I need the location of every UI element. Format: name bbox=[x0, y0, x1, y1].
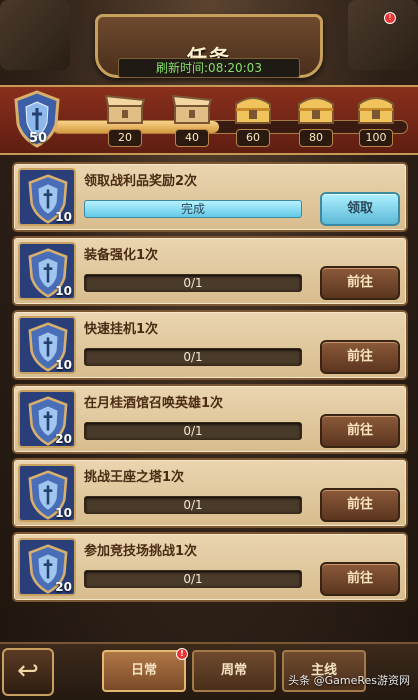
task-progress-bar: 0/1 bbox=[84, 570, 302, 588]
task-progress-bar: 0/1 bbox=[84, 348, 302, 366]
watermark: 头条 @GameRes游资网 bbox=[288, 674, 410, 687]
goto-button[interactable]: 前往 bbox=[320, 562, 400, 596]
goto-button[interactable]: 前往 bbox=[320, 488, 400, 522]
task-progress-bar: 0/1 bbox=[84, 274, 302, 292]
chest-icon-gold[interactable] bbox=[355, 92, 397, 126]
chest-icon-gold[interactable] bbox=[232, 92, 274, 126]
task-title: 装备强化1次 bbox=[84, 248, 159, 263]
chest-icon-gold[interactable] bbox=[295, 92, 337, 126]
tab-weekly[interactable]: 周常 bbox=[192, 650, 276, 692]
task-shield-icon: 20 bbox=[18, 390, 76, 448]
chest-icon-open[interactable] bbox=[104, 92, 146, 126]
claim-button[interactable]: 领取 bbox=[320, 192, 400, 226]
notification-dot: ! bbox=[384, 12, 396, 24]
milestone-label: 40 bbox=[175, 129, 209, 147]
task-card: 20 在月桂酒馆召唤英雄1次 0/1 前往 bbox=[12, 384, 408, 454]
task-title: 领取战利品奖励2次 bbox=[84, 174, 198, 189]
tab-daily[interactable]: 日常 ! bbox=[102, 648, 188, 692]
goto-button[interactable]: 前往 bbox=[320, 414, 400, 448]
task-progress-bar: 0/1 bbox=[84, 496, 302, 514]
tab-label: 周常 bbox=[220, 663, 247, 678]
task-progress-bar: 完成 bbox=[84, 200, 302, 218]
task-points: 20 bbox=[55, 580, 72, 594]
milestone-label: 60 bbox=[236, 129, 270, 147]
task-card: 10 挑战王座之塔1次 0/1 前往 bbox=[12, 458, 408, 528]
task-card: 20 参加竞技场挑战1次 0/1 前往 bbox=[12, 532, 408, 602]
chest-icon-open[interactable] bbox=[171, 92, 213, 126]
milestone-label: 100 bbox=[359, 129, 393, 147]
task-shield-icon: 20 bbox=[18, 538, 76, 596]
task-progress-bar: 0/1 bbox=[84, 422, 302, 440]
back-arrow-icon[interactable]: ↩ bbox=[2, 648, 54, 696]
task-title: 参加竞技场挑战1次 bbox=[84, 544, 198, 559]
milestone-label: 80 bbox=[299, 129, 333, 147]
task-list: 10 领取战利品奖励2次 完成 领取 10 装备强化1次 0/1 前往 10 快… bbox=[12, 162, 408, 606]
bottom-nav: ↩ 日常 ! 周常 主线 头条 @GameRes游资网 bbox=[0, 642, 418, 700]
task-shield-icon: 10 bbox=[18, 464, 76, 522]
task-points: 10 bbox=[55, 358, 72, 372]
task-points: 10 bbox=[55, 284, 72, 298]
refresh-timer: 刷新时间:08:20:03 bbox=[118, 58, 300, 78]
goto-button[interactable]: 前往 bbox=[320, 266, 400, 300]
task-points: 10 bbox=[55, 506, 72, 520]
task-points: 20 bbox=[55, 432, 72, 446]
task-card: 10 装备强化1次 0/1 前往 bbox=[12, 236, 408, 306]
notification-dot: ! bbox=[176, 648, 188, 660]
task-points: 10 bbox=[55, 210, 72, 224]
tab-label: 日常 bbox=[130, 663, 157, 678]
task-card: 10 快速挂机1次 0/1 前往 bbox=[12, 310, 408, 380]
current-points: 50 bbox=[28, 131, 48, 146]
task-title: 在月桂酒馆召唤英雄1次 bbox=[84, 396, 224, 411]
goto-button[interactable]: 前往 bbox=[320, 340, 400, 374]
corner-decoration-right bbox=[348, 0, 418, 70]
corner-decoration-left bbox=[0, 0, 70, 70]
milestone-label: 20 bbox=[108, 129, 142, 147]
task-title: 挑战王座之塔1次 bbox=[84, 470, 185, 485]
task-shield-icon: 10 bbox=[18, 316, 76, 374]
task-shield-icon: 10 bbox=[18, 168, 76, 226]
task-title: 快速挂机1次 bbox=[84, 322, 159, 337]
task-shield-icon: 10 bbox=[18, 242, 76, 300]
task-card: 10 领取战利品奖励2次 完成 领取 bbox=[12, 162, 408, 232]
